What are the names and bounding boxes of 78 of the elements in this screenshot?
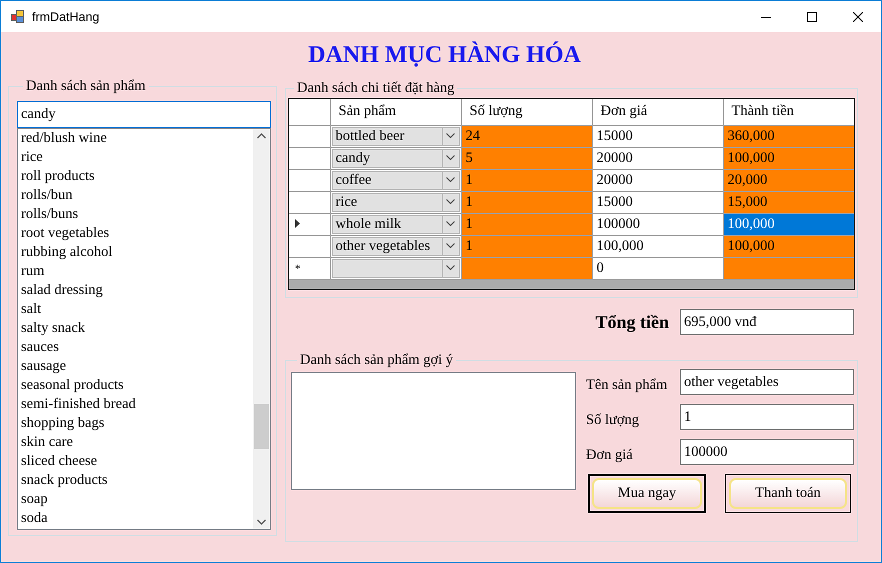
table-cell: 20,000: [723, 169, 854, 191]
column-header[interactable]: Sản phẩm: [330, 99, 461, 125]
form-heading: DANH MỤC HÀNG HÓA: [308, 42, 581, 68]
table-cell: 100,000: [592, 235, 723, 257]
table-cell: 20000: [592, 147, 723, 169]
list-item[interactable]: red/blush wine: [18, 129, 107, 148]
list-item[interactable]: snack products: [18, 471, 108, 490]
table-cell: 1: [461, 191, 592, 213]
list-item[interactable]: rolls/buns: [18, 205, 78, 224]
list-item[interactable]: semi-finished bread: [18, 395, 136, 414]
product-dropdown[interactable]: whole milk: [332, 214, 460, 234]
window-title: frmDatHang: [32, 10, 100, 24]
list-item[interactable]: rum: [18, 262, 44, 281]
list-item[interactable]: soda: [18, 509, 48, 528]
close-icon[interactable]: [853, 12, 863, 22]
app-icon: [11, 10, 25, 23]
product-dropdown[interactable]: bottled beer: [332, 126, 460, 146]
total-field[interactable]: 695,000 vnđ: [680, 309, 854, 335]
current-row-icon: [295, 218, 300, 228]
list-item[interactable]: rolls/bun: [18, 186, 73, 205]
list-item[interactable]: sauces: [18, 338, 59, 357]
product-dropdown[interactable]: other vegetables: [332, 236, 460, 256]
table-cell: 15000: [592, 191, 723, 213]
input-field[interactable]: 1: [680, 404, 854, 430]
table-cell: 1: [461, 169, 592, 191]
product-dropdown[interactable]: coffee: [332, 170, 460, 190]
order-grid[interactable]: Sản phẩm Số lượng Đơn giá Thành tiền bottled beer 24 15000 360,000 candy 5 20000 100,000 coffee 1 20000 20,000 rice 1 15000 15,000 whole milk 1 100000 100,000 other vegetables 1 100,000 100,000 * 0: [288, 98, 855, 290]
product-dropdown[interactable]: candy: [332, 148, 460, 168]
list-item[interactable]: rice: [18, 148, 43, 167]
table-cell: 100,000: [723, 235, 854, 257]
field-label: Tên sản phẩm: [586, 376, 668, 394]
field-label: Đơn giá: [586, 446, 634, 464]
product-dropdown[interactable]: rice: [332, 192, 460, 212]
list-item[interactable]: salad dressing: [18, 281, 103, 300]
group-title: Danh sách sản phẩm gợi ý: [299, 352, 454, 369]
column-header[interactable]: Số lượng: [461, 99, 592, 125]
scroll-thumb[interactable]: [254, 404, 269, 449]
table-cell: 15000: [592, 125, 723, 147]
table-cell: 1: [461, 235, 592, 257]
action-button[interactable]: Mua ngay: [588, 474, 706, 513]
list-item[interactable]: salty snack: [18, 319, 86, 338]
table-cell: 0: [592, 257, 723, 279]
suggestion-list[interactable]: [291, 372, 576, 490]
table-cell: 100000: [592, 213, 723, 235]
new-row-marker: *: [295, 262, 300, 274]
list-item[interactable]: soap: [18, 490, 48, 509]
table-cell: 360,000: [723, 125, 854, 147]
table-cell: 20000: [592, 169, 723, 191]
table-cell: 100,000: [723, 147, 854, 169]
list-item[interactable]: skin care: [18, 433, 73, 452]
scrollbar[interactable]: [253, 129, 270, 529]
table-cell: 1: [461, 213, 592, 235]
table-cell: 100,000: [723, 213, 854, 235]
total-label: Tổng tiền: [595, 312, 669, 332]
list-item[interactable]: sliced cheese: [18, 452, 98, 471]
field-label: Số lượng: [586, 410, 640, 428]
product-list[interactable]: [17, 128, 271, 530]
action-button[interactable]: Thanh toán: [725, 474, 851, 513]
input-field[interactable]: 100000: [680, 439, 854, 465]
scroll-up-icon[interactable]: [257, 133, 266, 139]
list-item[interactable]: shopping bags: [18, 414, 104, 433]
list-item[interactable]: rubbing alcohol: [18, 243, 112, 262]
table-cell: 24: [461, 125, 592, 147]
table-cell: 15,000: [723, 191, 854, 213]
group-title: Danh sách chi tiết đặt hàng: [296, 80, 456, 97]
list-item[interactable]: sausage: [18, 357, 66, 376]
column-header[interactable]: Thành tiền: [723, 99, 854, 125]
scroll-down-icon[interactable]: [257, 519, 266, 525]
input-field[interactable]: other vegetables: [680, 369, 854, 395]
maximize-icon[interactable]: [807, 12, 817, 22]
list-item[interactable]: roll products: [18, 167, 95, 186]
group-title: Danh sách sản phẩm: [25, 78, 147, 95]
list-item[interactable]: root vegetables: [18, 224, 110, 243]
column-header[interactable]: Đơn giá: [592, 99, 723, 125]
search-field[interactable]: candy: [17, 101, 271, 128]
list-item[interactable]: seasonal products: [18, 376, 124, 395]
table-cell: 5: [461, 147, 592, 169]
list-item[interactable]: salt: [18, 300, 42, 319]
